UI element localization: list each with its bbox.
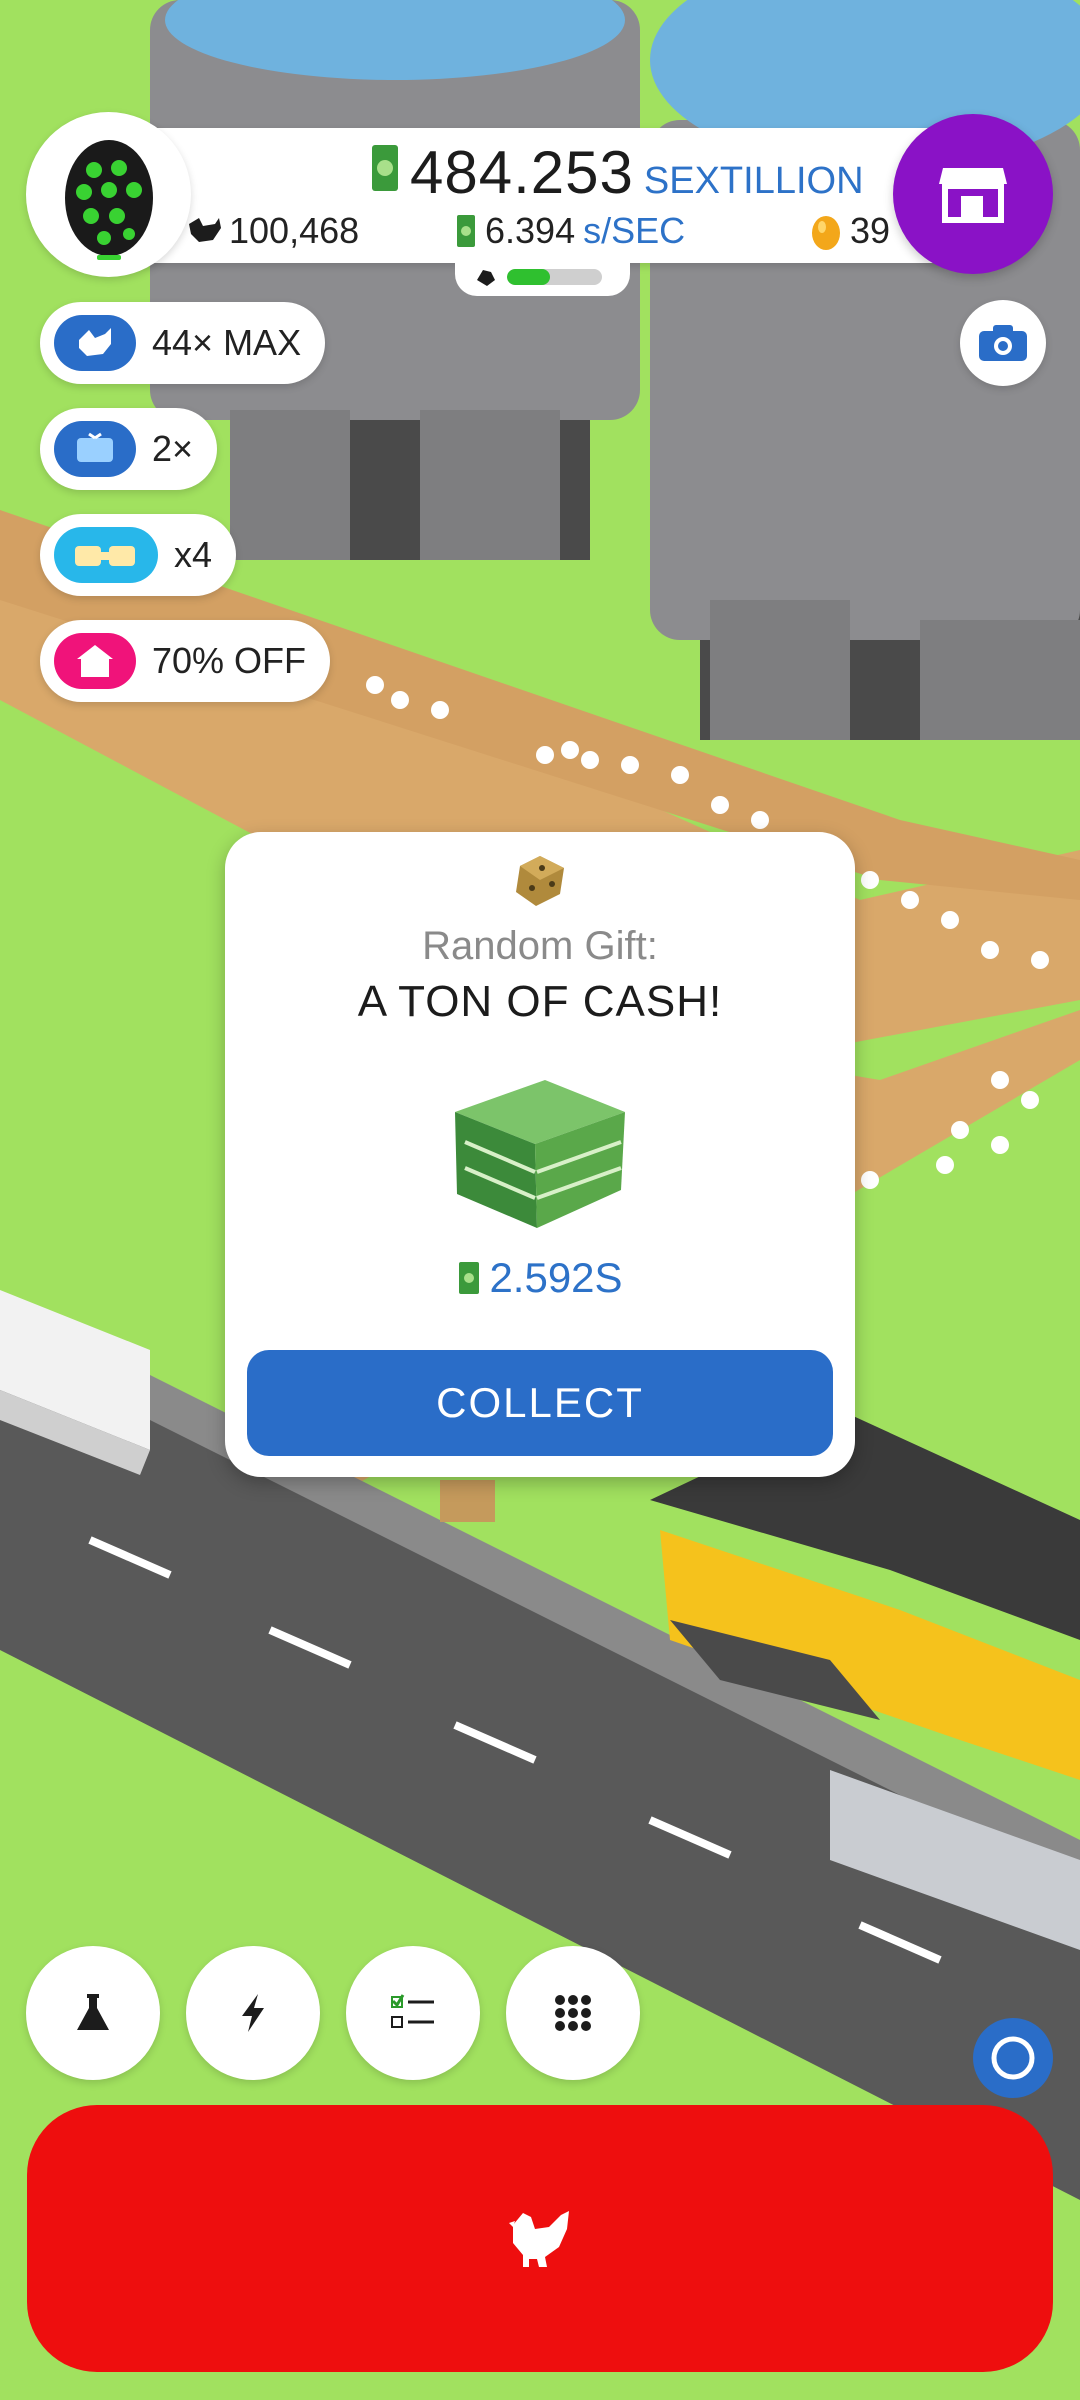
chicken-count-value: 100,468 <box>229 210 360 251</box>
drone-icon <box>54 527 158 583</box>
shop-button[interactable] <box>893 114 1053 274</box>
golden-eggs-value: 39 <box>850 210 891 251</box>
golden-egg-icon <box>812 216 840 250</box>
hatch-progress <box>455 258 630 296</box>
gift-dialog: Random Gift: A TON OF CASH! 2.592S COLLE… <box>225 832 855 1477</box>
research-icon <box>77 1994 109 2030</box>
cash-icon <box>457 215 475 247</box>
assistant-button[interactable] <box>973 2018 1053 2098</box>
boost-pill-drone[interactable]: x4 <box>40 514 237 596</box>
cash-icon <box>372 145 398 191</box>
egg-type-badge[interactable] <box>26 112 191 277</box>
chicken-count: 100,468 <box>185 210 359 252</box>
boost-label: 70% OFF <box>152 640 307 681</box>
earning-rate: 6.394 s/SEC <box>455 210 685 252</box>
boost-pill-discount[interactable]: 70% OFF <box>40 620 331 702</box>
boost-label: 44× MAX <box>152 322 302 363</box>
camera-button[interactable] <box>960 300 1046 386</box>
missions-icon <box>391 1994 434 2028</box>
shop-icon <box>939 168 1007 223</box>
cash-unit: SEXTILLION <box>643 160 864 202</box>
cash-display: 484.253 SEXTILLION <box>370 138 864 207</box>
boost-pill-chicken[interactable]: 44× MAX <box>40 302 326 384</box>
collect-button[interactable]: COLLECT <box>247 1350 833 1456</box>
chick-icon <box>477 270 495 286</box>
gift-box-icon <box>516 856 564 906</box>
missions-button[interactable] <box>346 1946 480 2080</box>
rate-unit: s/SEC <box>583 210 686 251</box>
research-button[interactable] <box>26 1946 160 2080</box>
hatch-chicken-button[interactable] <box>27 2105 1053 2372</box>
house-icon <box>54 633 136 689</box>
hatch-progress-fill <box>507 269 550 285</box>
chicken-icon <box>509 2210 569 2267</box>
boost-label: 2× <box>152 428 194 469</box>
cash-stack-image <box>455 1080 625 1228</box>
hatch-progress-track <box>507 269 602 285</box>
gift-label: Random Gift: <box>422 924 658 968</box>
rate-value: 6.394 <box>485 210 576 251</box>
boost-icon <box>242 1994 264 2032</box>
ring-icon <box>991 2036 1035 2080</box>
egg-icon <box>64 139 153 260</box>
boost-label: x4 <box>174 534 213 575</box>
cash-icon <box>459 1262 480 1294</box>
cash-value: 484.253 <box>410 139 634 206</box>
chicken-icon <box>54 315 136 371</box>
menu-button[interactable] <box>506 1946 640 2080</box>
gift-amount: 2.592S <box>489 1254 623 1301</box>
golden-eggs[interactable]: 39 <box>810 210 890 252</box>
gift-title: A TON OF CASH! <box>357 977 723 1026</box>
tv-icon <box>54 421 136 477</box>
menu-grid-icon <box>555 1995 591 2031</box>
chicken-icon <box>189 218 221 242</box>
boost-pill-video[interactable]: 2× <box>40 408 218 490</box>
gift-reward: 2.592S <box>225 1254 855 1302</box>
boost-button[interactable] <box>186 1946 320 2080</box>
camera-icon <box>979 325 1027 361</box>
